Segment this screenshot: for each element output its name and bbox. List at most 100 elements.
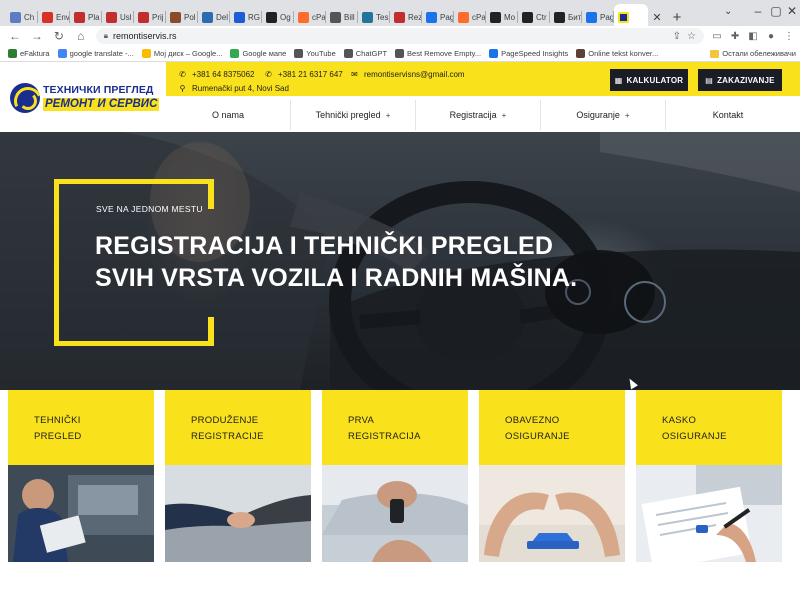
extensions-puzzle-icon[interactable]: ✚ xyxy=(728,29,742,43)
menu-dots-icon[interactable]: ⋮ xyxy=(782,29,796,43)
profile-avatar-icon[interactable]: ● xyxy=(764,29,778,43)
bookmark-item[interactable]: google translate -... xyxy=(57,49,134,58)
tab-favicon-icon xyxy=(522,11,533,23)
submenu-plus-icon: + xyxy=(624,110,630,120)
service-card-title-line2: REGISTRACIJE xyxy=(191,431,264,442)
bookmark-label: Online tekst konver... xyxy=(588,49,659,58)
service-card[interactable]: PRODUŽENJE REGISTRACIJE xyxy=(165,390,311,562)
tab-favicon-icon xyxy=(362,11,373,23)
nav-item[interactable]: Registracija + xyxy=(416,100,541,130)
cast-icon[interactable]: ▭ xyxy=(710,29,724,43)
address-text: Rumenački put 4, Novi Sad xyxy=(192,84,289,93)
bookmark-star-icon[interactable]: ☆ xyxy=(687,31,696,42)
submenu-plus-icon: + xyxy=(385,110,391,120)
service-card-title-line1: OBAVEZNO xyxy=(505,415,560,426)
hero-headline-line2: SVIH VRSTA VOZILA I RADNIH MAŠINA. xyxy=(95,264,578,292)
home-icon[interactable]: ⌂ xyxy=(70,27,92,45)
site-logo[interactable]: ТЕХНИЧКИ ПРЕГЛЕД РЕМОНТ И СЕРВИС xyxy=(10,81,160,115)
nav-item-label: Tehnički pregled xyxy=(315,110,381,120)
tab-label: Бит xyxy=(568,12,582,22)
service-card-photo xyxy=(8,465,154,562)
service-card[interactable]: KASKO OSIGURANJE xyxy=(636,390,782,562)
bookmark-favicon-icon xyxy=(395,49,405,58)
tab-search-chevron-icon[interactable]: ⌄ xyxy=(724,6,732,17)
phone-primary[interactable]: ✆ +381 64 8375062 xyxy=(178,70,255,79)
address-bar[interactable]: 🔒︎ remontiservis.rs ⇪ ☆ xyxy=(95,28,705,44)
bookmark-item[interactable]: ChatGPT xyxy=(343,49,387,58)
nav-item[interactable]: Osiguranje + xyxy=(541,100,666,130)
url-text: remontiservis.rs xyxy=(113,31,177,41)
tab-label: cPa xyxy=(472,12,486,22)
bookmark-label: YouTube xyxy=(306,49,336,58)
hero-eyebrow: SVE NA JEDNOM MESTU xyxy=(96,204,203,214)
envelope-icon: ✉ xyxy=(351,70,358,79)
bookmark-item[interactable]: eFaktura xyxy=(8,49,50,58)
tab-favicon-icon xyxy=(426,11,437,23)
back-icon[interactable]: ← xyxy=(4,27,26,45)
close-window-icon[interactable]: ✕ xyxy=(782,4,800,18)
bookmark-favicon-icon xyxy=(141,49,151,58)
bookmark-item[interactable]: Мој диск – Google... xyxy=(141,49,223,58)
phone-secondary[interactable]: ✆ +381 21 6317 647 xyxy=(264,70,343,79)
service-card[interactable]: TEHNIČKI PREGLED xyxy=(8,390,154,562)
contact-bar: ✆ +381 64 8375062 ✆ +381 21 6317 647 ✉ r… xyxy=(166,62,800,96)
calculator-icon: ▦ xyxy=(614,75,623,85)
main-nav: O nama Tehnički pregled + Registracija + Osig… xyxy=(166,100,790,130)
nav-item[interactable]: Kontakt xyxy=(666,100,790,130)
booking-button[interactable]: ▤ ZAKAZIVANJE xyxy=(698,69,782,91)
bookmarks-bar: eFaktura google translate -... Мој диск – … xyxy=(0,46,800,62)
share-icon[interactable]: ⇪ xyxy=(673,31,681,42)
service-card[interactable]: PRVA REGISTRACIJA xyxy=(322,390,468,562)
tab-favicon-icon xyxy=(458,11,469,23)
bookmark-item[interactable]: Google мапе xyxy=(230,49,286,58)
nav-item[interactable]: O nama xyxy=(166,100,291,130)
nav-item[interactable]: Tehnički pregled + xyxy=(291,100,416,130)
service-card-title-line2: REGISTRACIJA xyxy=(348,431,421,442)
tab-label: Ctr xyxy=(536,12,547,22)
nav-item-label: Registracija xyxy=(449,110,497,120)
reload-icon[interactable]: ↻ xyxy=(48,27,70,45)
service-card-title: PRVA REGISTRACIJA xyxy=(322,390,468,465)
logo-title: ТЕХНИЧКИ ПРЕГЛЕД xyxy=(43,84,154,96)
logo-subtitle: РЕМОНТ И СЕРВИС xyxy=(43,97,160,111)
phone-primary-text: +381 64 8375062 xyxy=(192,70,255,79)
service-card-title-line1: TEHNIČKI xyxy=(34,415,81,426)
bookmark-item[interactable]: PageSpeed Insights xyxy=(489,49,568,58)
service-card-photo xyxy=(165,465,311,562)
nav-item-label: Kontakt xyxy=(712,110,744,120)
hero-headline: REGISTRACIJA I TEHNIČKI PREGLED SVIH VRS… xyxy=(95,230,577,294)
service-cards: TEHNIČKI PREGLED PRODUŽENJE REGISTRACIJE PRV… xyxy=(0,390,800,600)
bookmark-favicon-icon xyxy=(343,49,353,58)
bookmark-item[interactable]: YouTube xyxy=(294,49,336,58)
tab-label: Prij xyxy=(152,12,164,22)
service-card-title: PRODUŽENJE REGISTRACIJE xyxy=(165,390,311,465)
tab-favicon-icon xyxy=(394,11,405,23)
side-panel-icon[interactable]: ◧ xyxy=(746,29,760,43)
tab-label: Usl xyxy=(120,12,132,22)
calculator-label: KALKULATOR xyxy=(626,75,684,85)
bookmark-label: Мој диск – Google... xyxy=(153,49,223,58)
email-link[interactable]: ✉ remontiservisns@gmail.com xyxy=(350,70,464,79)
bookmark-label: Best Remove Empty... xyxy=(407,49,482,58)
logo-emblem-icon xyxy=(10,83,40,113)
forward-icon[interactable]: → xyxy=(26,27,48,45)
tab-label: Bill xyxy=(344,12,355,22)
bookmark-item[interactable]: Online tekst konver... xyxy=(576,49,658,58)
service-card-photo xyxy=(636,465,782,562)
bookmark-item[interactable]: Best Remove Empty... xyxy=(395,49,481,58)
bookmark-favicon-icon xyxy=(8,49,17,58)
tab-label: Rez xyxy=(408,12,422,22)
service-card[interactable]: OBAVEZNO OSIGURANJE xyxy=(479,390,625,562)
minimize-icon[interactable]: – xyxy=(748,4,768,18)
lock-icon[interactable]: 🔒︎ xyxy=(104,31,108,41)
phone-icon: ✆ xyxy=(265,70,272,79)
other-bookmarks[interactable]: Остали обележивачи xyxy=(710,49,796,58)
tab-label: Og xyxy=(280,12,291,22)
address[interactable]: ⚲ Rumenački put 4, Novi Sad xyxy=(178,84,289,93)
bookmark-favicon-icon xyxy=(576,49,586,58)
tab-label: Pag xyxy=(600,12,614,22)
calculator-button[interactable]: ▦ KALKULATOR xyxy=(610,69,688,91)
other-bookmarks-label: Остали обележивачи xyxy=(722,49,796,58)
service-card-title-line2: OSIGURANJE xyxy=(662,431,727,442)
tab-favicon-icon xyxy=(234,11,245,23)
